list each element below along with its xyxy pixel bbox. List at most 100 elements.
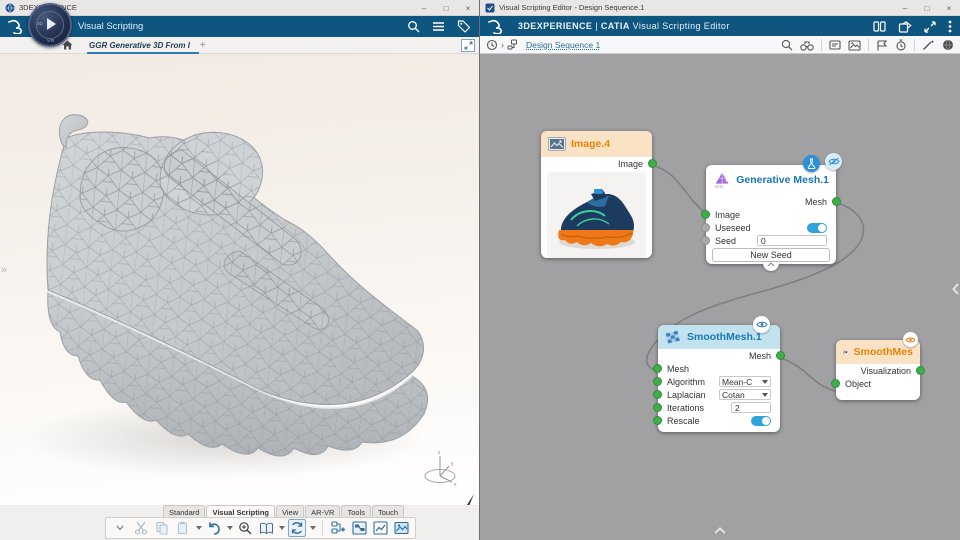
panel-expander-right-icon[interactable] [952,282,959,300]
bottom-dock: Standard Visual Scripting View AR-VR Too… [0,505,479,540]
app-title: Visual Scripting [78,21,144,32]
3d-compass-widget[interactable]: 3D V.R [28,3,72,47]
expand-view-button[interactable] [461,39,475,52]
minimize-button[interactable]: – [413,0,435,16]
stopwatch-icon[interactable] [895,39,907,51]
mesh-shoe-model[interactable] [10,78,455,498]
beta-flask-badge[interactable] [803,155,820,172]
compass-play-icon [47,18,56,30]
visibility-badge[interactable] [753,316,770,333]
output-port-mesh[interactable] [776,351,785,360]
cut-icon[interactable] [132,519,150,537]
wires-layer [645,164,865,392]
node-title: SmoothMesh.1 [687,331,762,343]
input-port-iterations[interactable] [653,403,662,412]
undo-dropdown-icon[interactable] [227,526,233,530]
laplacian-select[interactable]: Cotan [719,389,771,400]
useseed-toggle[interactable] [807,222,827,233]
copy-icon[interactable] [153,519,171,537]
node-smooth-mesh-visualization[interactable]: SmoothMes Visualization Object [831,332,925,400]
editor-toolbar-icons [781,36,954,54]
undo-icon[interactable] [205,519,223,537]
document-tab[interactable]: GGR Generative 3D From I [87,37,199,54]
node-generative-mesh[interactable]: Beta + Generative Mesh.1 Mesh Image Uses… [701,153,842,271]
editor-toolbar: › Design Sequence 1 [480,36,960,54]
share-3d-icon[interactable] [898,20,912,33]
catalog-book-icon[interactable] [257,519,275,537]
algorithm-select[interactable]: Mean-C [719,376,771,387]
panel-expander-icon[interactable]: » [1,264,7,276]
tag-icon[interactable] [457,20,471,33]
maximize-button[interactable]: □ [916,0,938,16]
close-button[interactable]: × [938,0,960,16]
history-icon[interactable] [486,39,498,51]
output-port-image[interactable] [648,159,657,168]
port-label: Iterations [667,402,705,413]
paste-dropdown-icon[interactable] [196,526,202,530]
input-port-useseed[interactable] [701,223,710,232]
output-port-visualization[interactable] [916,366,925,375]
image-icon[interactable] [848,39,861,51]
search-icon[interactable] [407,20,420,33]
node-editor-icon[interactable] [350,519,368,537]
input-port-object[interactable] [831,379,840,388]
output-port-mesh[interactable] [832,197,841,206]
visibility-badge[interactable] [903,332,918,347]
globe-icon[interactable] [942,39,954,51]
input-port-mesh[interactable] [653,364,662,373]
port-row-mesh-out: Mesh [658,349,785,362]
node-image4[interactable]: Image.4 Image [541,131,657,258]
flag-icon[interactable] [876,39,888,51]
new-tab-button[interactable]: + [200,40,206,51]
kebab-menu-icon[interactable] [948,20,952,33]
node-graph-canvas[interactable]: Image.4 Image Beta + Generative Mesh.1 M… [480,54,960,540]
minimize-button[interactable]: – [894,0,916,16]
note-icon[interactable] [829,39,841,51]
axis-triad-widget[interactable]: z y x [418,446,464,492]
port-row-seed: Seed [701,234,836,247]
update-sync-icon[interactable] [288,519,306,537]
node-smooth-mesh[interactable]: SmoothMesh.1 Mesh Mesh Algorithm Mean-C [653,316,785,432]
3d-viewport[interactable]: » z y x [0,54,479,508]
breadcrumb-link[interactable]: Design Sequence 1 [526,40,600,50]
visibility-off-badge[interactable] [825,153,842,170]
find-binoculars-icon[interactable] [800,40,814,51]
update-dropdown-icon[interactable] [310,526,316,530]
render-screen-icon[interactable] [392,519,410,537]
input-port-algorithm[interactable] [653,377,662,386]
input-port-rescale[interactable] [653,416,662,425]
input-port-image[interactable] [701,210,710,219]
input-port-laplacian[interactable] [653,390,662,399]
node-title: SmoothMes [853,346,913,358]
menu-icon[interactable] [432,21,445,32]
fullscreen-icon[interactable] [924,20,936,33]
paste-icon[interactable] [174,519,192,537]
layout-columns-icon[interactable] [873,21,886,32]
rescale-toggle[interactable] [751,415,771,426]
new-seed-button[interactable]: New Seed [712,248,830,262]
visual-scripting-window: 3DEXPERIENCE – □ × 3D V.R Visual Scripti… [0,0,480,540]
port-row-visualization-out: Visualization [836,364,925,377]
svg-text:+: + [725,178,728,184]
add-node-graph-icon[interactable] [329,519,347,537]
port-row-rescale: Rescale [653,414,780,427]
maximize-button[interactable]: □ [435,0,457,16]
catalog-dropdown-icon[interactable] [279,526,285,530]
panel-expander-bottom-icon[interactable] [714,521,726,539]
toolbar-overflow-button[interactable] [111,519,129,537]
zoom-icon[interactable] [236,519,254,537]
seed-input[interactable] [757,235,827,246]
right-brand-icons [873,16,952,37]
desktop: 3DEXPERIENCE – □ × 3D V.R Visual Scripti… [0,0,960,540]
zoom-icon[interactable] [781,39,793,51]
chart-icon[interactable] [371,519,389,537]
port-label: Object [845,378,872,389]
toolbar-separator [821,39,822,51]
close-button[interactable]: × [457,0,479,16]
input-port-seed[interactable] [701,236,710,245]
iterations-input[interactable] [731,402,771,413]
port-label: Useseed [715,222,751,233]
wand-icon[interactable] [922,39,935,51]
port-label: Algorithm [667,376,706,387]
breadcrumb-chevron-icon[interactable]: › [501,40,504,50]
